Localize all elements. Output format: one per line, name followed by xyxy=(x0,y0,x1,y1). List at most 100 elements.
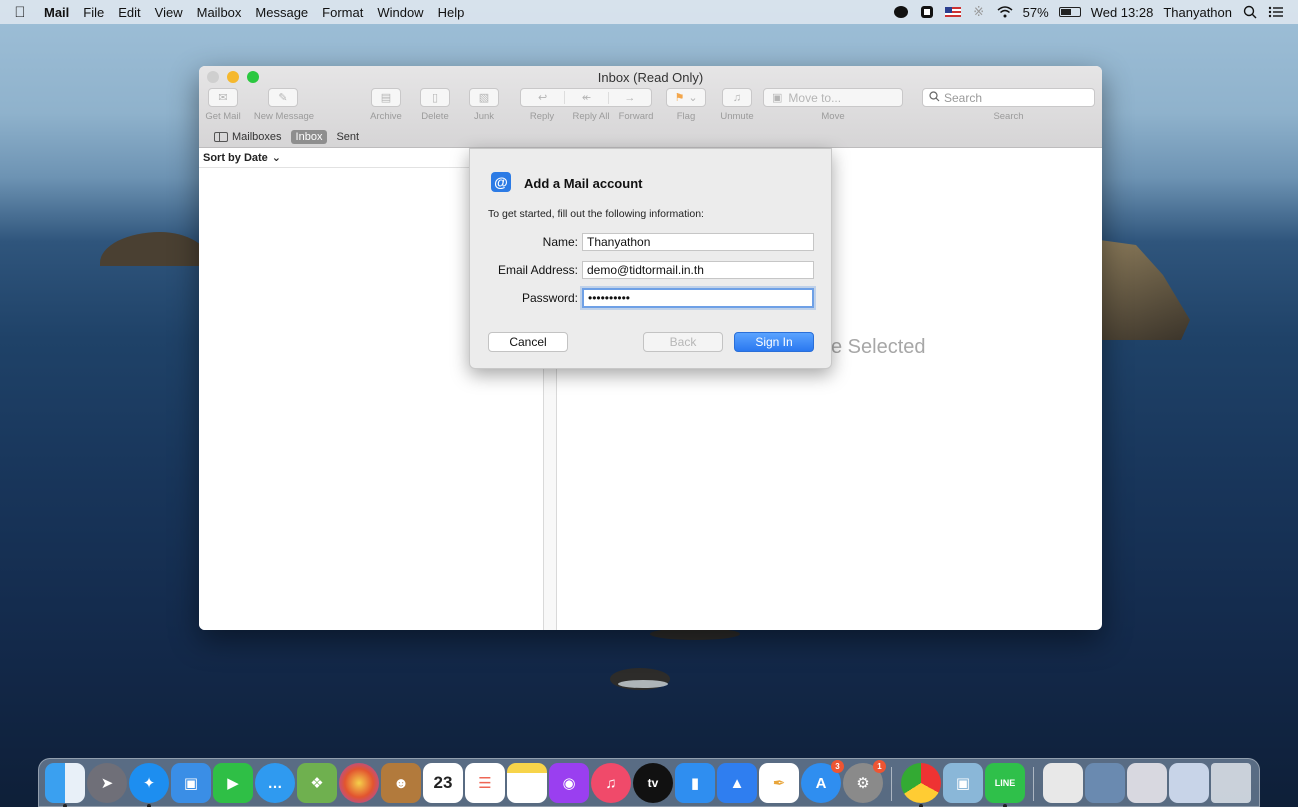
email-field[interactable] xyxy=(582,261,814,279)
menu-help[interactable]: Help xyxy=(431,5,472,20)
archive-label: Archive xyxy=(370,111,402,122)
trash-icon[interactable] xyxy=(1211,763,1251,803)
junk-icon: ▧ xyxy=(478,92,490,104)
dock: ➤ ✦ ▣ ▶ … ❖ ☻ 23 ☰ ◉ ♫ tv ▮ ▲ ✒ A3 ⚙ 1 ▣ … xyxy=(38,758,1260,807)
flag-icon: ⚑ xyxy=(674,92,685,104)
safari-icon[interactable]: ✦ xyxy=(129,763,169,803)
menu-app-mail[interactable]: Mail xyxy=(40,5,76,20)
menu-file[interactable]: File xyxy=(76,5,111,20)
back-button[interactable]: Back xyxy=(643,332,723,352)
contacts-icon[interactable]: ☻ xyxy=(381,763,421,803)
facetime-icon[interactable]: ▶ xyxy=(213,763,253,803)
get-mail-label: Get Mail xyxy=(205,111,241,122)
move-icon: ▣ xyxy=(772,92,783,104)
sidebar-icon xyxy=(214,132,228,142)
music-icon[interactable]: ♫ xyxy=(591,763,631,803)
menu-view[interactable]: View xyxy=(148,5,190,20)
search-icon xyxy=(929,90,940,105)
junk-button[interactable]: ▧ xyxy=(469,88,499,107)
bluetooth-icon[interactable]: ※ xyxy=(971,4,987,19)
move-label: Move xyxy=(821,111,845,122)
mailboxes-label: Mailboxes xyxy=(232,131,282,143)
battery-percent[interactable]: 57% xyxy=(1023,5,1049,20)
menu-window[interactable]: Window xyxy=(370,5,430,20)
mailboxes-button[interactable]: Mailboxes xyxy=(209,130,287,144)
menu-mailbox[interactable]: Mailbox xyxy=(190,5,249,20)
recent-window-icon[interactable] xyxy=(1085,763,1125,803)
reminders-icon[interactable]: ☰ xyxy=(465,763,505,803)
cancel-button[interactable]: Cancel xyxy=(488,332,568,352)
trash-icon: ▯ xyxy=(431,92,439,104)
reply-icon[interactable]: ↩ xyxy=(521,91,564,104)
clock[interactable]: Wed 13:28 xyxy=(1091,5,1154,20)
vpn-status-icon[interactable] xyxy=(919,5,935,19)
spotlight-search-icon[interactable] xyxy=(1242,5,1258,19)
dock-separator xyxy=(891,767,892,801)
menu-edit[interactable]: Edit xyxy=(111,5,147,20)
password-label: Password: xyxy=(521,291,578,305)
photos-icon[interactable] xyxy=(339,763,379,803)
battery-fill xyxy=(1060,9,1071,15)
get-mail-button[interactable]: ✉ xyxy=(208,88,238,107)
apple-menu-icon[interactable]:  xyxy=(0,4,40,21)
chrome-icon[interactable] xyxy=(901,763,941,803)
input-source-flag-icon[interactable] xyxy=(944,7,961,17)
unmute-button[interactable]: ♫ xyxy=(722,88,752,107)
toolbar: ✉ Get Mail ✎ New Message ▤ Archive ▯ Del… xyxy=(199,88,1102,128)
desktop-island xyxy=(1100,240,1190,340)
name-label: Name: xyxy=(542,235,578,249)
delete-button[interactable]: ▯ xyxy=(420,88,450,107)
keynote-icon[interactable]: ▲ xyxy=(717,763,757,803)
dock-separator xyxy=(1033,767,1034,801)
move-to-label: Move to... xyxy=(788,90,842,105)
new-message-label: New Message xyxy=(253,111,315,122)
tv-icon[interactable]: tv xyxy=(633,763,673,803)
flag-button[interactable]: ⚑ ⌄ xyxy=(666,88,706,107)
user-name[interactable]: Thanyathon xyxy=(1163,5,1232,20)
password-field[interactable] xyxy=(582,288,814,308)
menu-message[interactable]: Message xyxy=(248,5,315,20)
menu-format[interactable]: Format xyxy=(315,5,370,20)
sheet-title: Add a Mail account xyxy=(524,176,643,191)
compose-icon: ✎ xyxy=(278,92,288,104)
reply-all-icon[interactable]: ↞ xyxy=(564,91,607,104)
line-app-icon[interactable]: LINE xyxy=(985,763,1025,803)
system-preferences-icon[interactable]: ⚙ 1 xyxy=(843,760,886,803)
launchpad-icon[interactable]: ➤ xyxy=(87,763,127,803)
line-label: LINE xyxy=(994,778,1016,788)
menu-bar:  Mail File Edit View Mailbox Message Fo… xyxy=(0,0,1298,24)
wifi-icon[interactable] xyxy=(997,5,1013,19)
no-message-selected: e Selected xyxy=(831,336,926,358)
desktop-stack-icon[interactable] xyxy=(1169,763,1209,803)
line-status-icon[interactable] xyxy=(893,5,909,19)
podcasts-icon[interactable]: ◉ xyxy=(549,763,589,803)
forward-icon[interactable]: → xyxy=(607,91,651,104)
reply-label: Reply xyxy=(529,111,555,122)
sign-in-button[interactable]: Sign In xyxy=(734,332,814,352)
maps-icon[interactable]: ❖ xyxy=(297,763,337,803)
calendar-icon[interactable]: 23 xyxy=(423,763,463,803)
preview-icon[interactable]: ▣ xyxy=(171,763,211,803)
finder-icon[interactable] xyxy=(45,763,85,803)
app-store-icon[interactable]: A3 xyxy=(801,760,844,803)
forward-label: Forward xyxy=(618,111,654,122)
move-to-button[interactable]: ▣ Move to... xyxy=(763,88,903,107)
search-input[interactable]: Search xyxy=(922,88,1095,107)
search-placeholder: Search xyxy=(944,90,983,105)
numbers-icon[interactable]: ▮ xyxy=(675,763,715,803)
pages-icon[interactable]: ✒ xyxy=(759,763,799,803)
notes-icon[interactable] xyxy=(507,763,547,803)
downloads-stack-icon[interactable] xyxy=(1043,763,1083,803)
notification-center-icon[interactable] xyxy=(1268,5,1284,19)
archive-button[interactable]: ▤ xyxy=(371,88,401,107)
name-field[interactable] xyxy=(582,233,814,251)
favorite-sent[interactable]: Sent xyxy=(331,130,364,144)
documents-stack-icon[interactable] xyxy=(1127,763,1167,803)
desktop-island xyxy=(100,232,210,266)
new-message-button[interactable]: ✎ xyxy=(268,88,298,107)
flag-label: Flag xyxy=(676,111,696,122)
battery-icon[interactable] xyxy=(1058,7,1081,17)
image-capture-icon[interactable]: ▣ xyxy=(943,763,983,803)
messages-icon[interactable]: … xyxy=(255,763,295,803)
favorite-inbox[interactable]: Inbox xyxy=(290,130,328,144)
